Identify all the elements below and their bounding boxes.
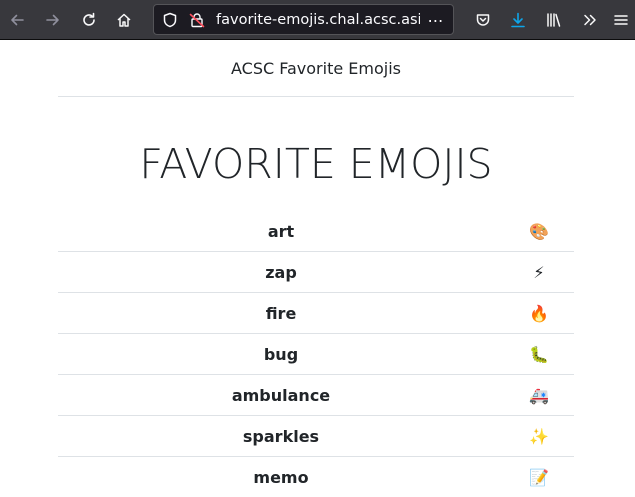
fire-emoji-icon: 🔥 (529, 304, 549, 323)
table-row: sparkles ✨ (58, 416, 574, 457)
emoji-name: bug (58, 334, 504, 375)
site-header: ACSC Favorite Emojis (58, 40, 574, 97)
download-icon[interactable] (504, 6, 532, 34)
ambulance-emoji-icon: 🚑 (529, 386, 549, 405)
table-row: ambulance 🚑 (58, 375, 574, 416)
memo-emoji-icon: 📝 (529, 468, 549, 487)
zap-emoji-icon: ⚡ (533, 263, 544, 282)
emoji-name: ambulance (58, 375, 504, 416)
home-icon[interactable] (110, 6, 138, 34)
url-text[interactable]: favorite-emojis.chal.acsc.asia (216, 11, 420, 29)
menu-icon[interactable] (610, 6, 632, 34)
page-actions-icon[interactable]: ⋯ (425, 10, 447, 30)
table-row: art 🎨 (58, 211, 574, 252)
back-icon[interactable] (3, 6, 31, 34)
sparkles-emoji-icon: ✨ (529, 427, 549, 446)
art-emoji-icon: 🎨 (529, 222, 549, 241)
emoji-name: sparkles (58, 416, 504, 457)
emoji-name: zap (58, 252, 504, 293)
page-title: FAVORITE EMOJIS (58, 136, 574, 192)
reload-icon[interactable] (75, 6, 103, 34)
bug-emoji-icon: 🐛 (529, 345, 549, 364)
overflow-chevron-icon[interactable] (576, 6, 604, 34)
tracking-protection-shield-icon[interactable] (161, 11, 179, 29)
forward-icon[interactable] (39, 6, 67, 34)
pocket-icon[interactable] (469, 6, 497, 34)
table-row: fire 🔥 (58, 293, 574, 334)
emoji-name: fire (58, 293, 504, 334)
library-icon[interactable] (540, 6, 568, 34)
emoji-name: art (58, 211, 504, 252)
insecure-connection-icon[interactable] (188, 11, 206, 29)
emoji-table: art 🎨 zap ⚡ fire 🔥 bug 🐛 ambulance 🚑 spa… (58, 211, 574, 497)
table-row: bug 🐛 (58, 334, 574, 375)
table-row: zap ⚡ (58, 252, 574, 293)
url-bar[interactable]: favorite-emojis.chal.acsc.asia ⋯ (153, 4, 454, 35)
browser-toolbar: favorite-emojis.chal.acsc.asia ⋯ (0, 0, 635, 40)
site-name: ACSC Favorite Emojis (231, 59, 401, 78)
